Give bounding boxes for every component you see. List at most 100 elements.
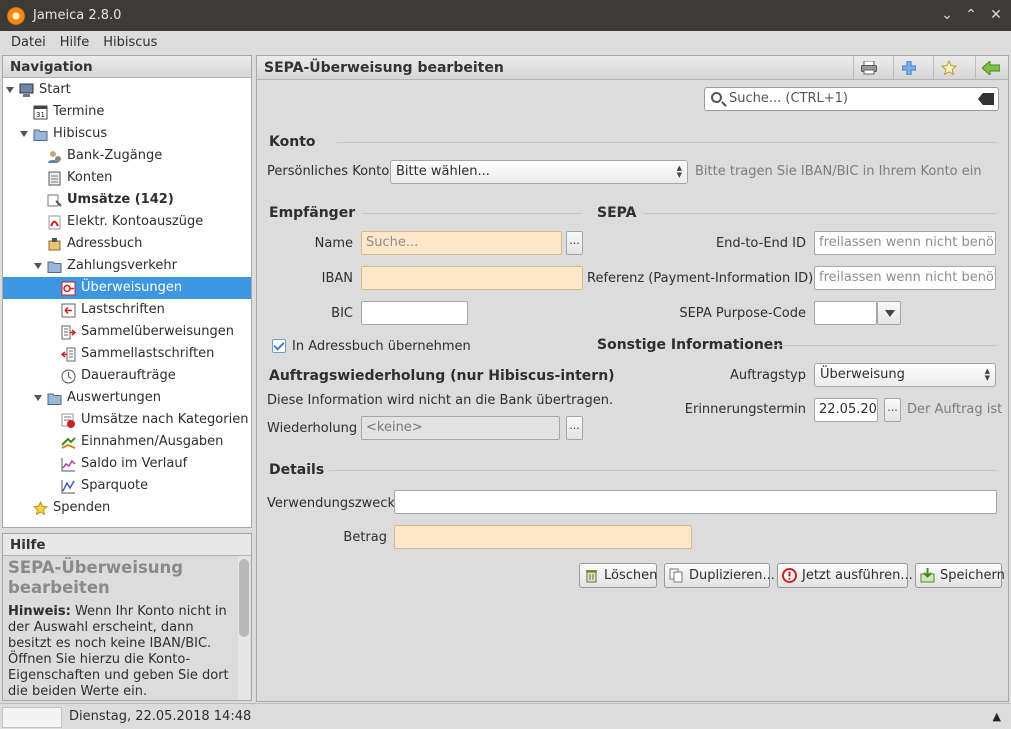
auftragstyp-select[interactable]: Überweisung ▲ ▼ bbox=[814, 363, 996, 387]
menu-hibiscus[interactable]: Hibiscus bbox=[96, 35, 164, 50]
sidebar-item-label: Hibiscus bbox=[53, 126, 108, 141]
verwendungszweck-input[interactable] bbox=[394, 490, 997, 514]
duplicate-button[interactable]: Duplizieren... bbox=[664, 563, 775, 588]
minimize-button[interactable]: ⌄ bbox=[938, 6, 956, 24]
status-cell bbox=[2, 707, 62, 728]
konto-select[interactable]: Bitte wählen... ▲ ▼ bbox=[390, 160, 688, 184]
wiederholung-input[interactable]: <keine> bbox=[361, 416, 560, 440]
sidebar-item-label: Termine bbox=[53, 104, 105, 119]
sidebar-item[interactable]: Daueraufträge bbox=[3, 365, 251, 387]
sidebar-item[interactable]: Bank-Zugänge bbox=[3, 145, 251, 167]
delete-button[interactable]: Löschen bbox=[579, 563, 657, 588]
income-expense-icon bbox=[61, 435, 76, 450]
sidebar-item[interactable]: Elektr. Kontoauszüge bbox=[3, 211, 251, 233]
iban-input[interactable] bbox=[361, 266, 583, 290]
e2e-input[interactable]: freilassen wenn nicht benötigt bbox=[814, 231, 996, 255]
sidebar-item[interactable]: Umsätze (142) bbox=[3, 189, 251, 211]
tree-expand-icon[interactable] bbox=[20, 131, 28, 137]
reminder-hint: Der Auftrag ist bbox=[907, 402, 1003, 417]
sidebar-item[interactable]: Zahlungsverkehr bbox=[3, 255, 251, 277]
name-input[interactable]: Suche... bbox=[361, 231, 562, 255]
help-panel: Hilfe SEPA-Überweisung bearbeiten Hinwei… bbox=[2, 533, 252, 701]
sidebar-item-label: Spenden bbox=[53, 500, 111, 515]
sidebar-item-label: Zahlungsverkehr bbox=[67, 258, 177, 273]
menu-hilfe[interactable]: Hilfe bbox=[53, 35, 97, 50]
auftragstyp-label: Auftragstyp bbox=[730, 368, 806, 383]
sidebar-item[interactable]: Auswertungen bbox=[3, 387, 251, 409]
jameica-logo-icon bbox=[7, 6, 25, 25]
folder-icon bbox=[33, 127, 48, 142]
expand-up-icon[interactable]: ▲ bbox=[993, 710, 1001, 723]
section-empfaenger: Empfänger bbox=[269, 205, 356, 221]
sidebar-item[interactable]: Überweisungen bbox=[3, 277, 251, 299]
purpose-code-input[interactable] bbox=[814, 301, 877, 325]
sidebar-item[interactable]: Lastschriften bbox=[3, 299, 251, 321]
copy-icon bbox=[669, 568, 683, 583]
sidebar-item[interactable]: Einnahmen/Ausgaben bbox=[3, 431, 251, 453]
sidebar-item[interactable]: Start bbox=[3, 79, 251, 101]
save-button[interactable]: Speichern bbox=[915, 563, 1005, 588]
calendar-icon: 31 bbox=[33, 105, 48, 120]
bic-input[interactable] bbox=[361, 301, 468, 325]
addressbook-checkbox-label[interactable]: In Adressbuch übernehmen bbox=[292, 339, 471, 354]
transfer-icon bbox=[61, 281, 76, 296]
section-konto: Konto bbox=[269, 134, 316, 150]
execute-now-button[interactable]: Jetzt ausführen... bbox=[777, 563, 913, 588]
sidebar-item[interactable]: Sammellastschriften bbox=[3, 343, 251, 365]
new-button[interactable] bbox=[893, 56, 923, 80]
trash-icon bbox=[586, 570, 597, 583]
section-separator bbox=[329, 470, 997, 471]
section-separator bbox=[337, 142, 997, 143]
menu-bar: Datei Hilfe Hibiscus bbox=[0, 31, 1011, 54]
sidebar-item-label: Überweisungen bbox=[81, 280, 183, 295]
reminder-date-button[interactable]: ... bbox=[884, 398, 901, 422]
addressbook-checkbox[interactable] bbox=[272, 339, 286, 353]
help-heading: SEPA-Überweisung bearbeiten bbox=[8, 558, 184, 597]
tree-expand-icon[interactable] bbox=[34, 395, 42, 401]
reference-input[interactable]: freilassen wenn nicht benötigt bbox=[814, 266, 996, 290]
line-chart-icon bbox=[61, 457, 76, 472]
section-separator bbox=[643, 213, 997, 214]
purpose-code-label: SEPA Purpose-Code bbox=[679, 306, 806, 321]
bookmark-button[interactable] bbox=[933, 56, 963, 80]
sidebar-item[interactable]: Sparquote bbox=[3, 475, 251, 497]
duplicate-button-label: Duplizieren... bbox=[689, 568, 775, 583]
help-panel-title: Hilfe bbox=[3, 534, 251, 556]
wiederholung-button[interactable]: ... bbox=[566, 416, 583, 440]
sidebar-item[interactable]: Sammelüberweisungen bbox=[3, 321, 251, 343]
sidebar-item-label: Sammelüberweisungen bbox=[81, 324, 234, 339]
sidebar-item[interactable]: Spenden bbox=[3, 497, 251, 519]
help-scrollbar[interactable] bbox=[238, 556, 250, 700]
pdf-statement-icon bbox=[47, 215, 62, 230]
page-title: SEPA-Überweisung bearbeiten bbox=[264, 60, 504, 76]
help-scrollbar-thumb[interactable] bbox=[239, 559, 249, 637]
back-arrow-icon bbox=[980, 59, 1000, 77]
sidebar-item[interactable]: Saldo im Verlauf bbox=[3, 453, 251, 475]
name-search-button[interactable]: ... bbox=[566, 231, 583, 255]
sidebar-item[interactable]: Hibiscus bbox=[3, 123, 251, 145]
sidebar-item[interactable]: Konten bbox=[3, 167, 251, 189]
tree-expand-icon[interactable] bbox=[34, 263, 42, 269]
section-sonstige: Sonstige Informationen bbox=[597, 337, 784, 353]
spinner-arrows-icon: ▲ ▼ bbox=[984, 367, 990, 382]
star-icon bbox=[940, 59, 957, 76]
sidebar-item[interactable]: Umsätze nach Kategorien bbox=[3, 409, 251, 431]
tree-expand-icon[interactable] bbox=[6, 87, 14, 93]
sidebar-item[interactable]: Adressbuch bbox=[3, 233, 251, 255]
purpose-code-dropdown-button[interactable] bbox=[877, 301, 901, 325]
search-input[interactable]: Suche... (CTRL+1) bbox=[704, 87, 999, 111]
reminder-date-input[interactable]: 22.05.2018 bbox=[814, 398, 878, 422]
maximize-button[interactable]: ⌃ bbox=[962, 6, 980, 24]
sidebar-item[interactable]: 31 Termine bbox=[3, 101, 251, 123]
reminder-label: Erinnerungstermin bbox=[684, 402, 806, 417]
print-button[interactable] bbox=[853, 56, 883, 80]
close-button[interactable]: ✕ bbox=[987, 6, 1005, 24]
menu-datei[interactable]: Datei bbox=[4, 35, 53, 50]
folder-icon bbox=[47, 259, 62, 274]
betrag-input[interactable] bbox=[394, 525, 692, 549]
status-bar: Dienstag, 22.05.2018 14:48 ▲ bbox=[0, 703, 1011, 729]
delete-button-label: Löschen bbox=[604, 568, 658, 583]
sidebar-item-label: Umsätze (142) bbox=[67, 192, 174, 207]
back-button[interactable] bbox=[975, 56, 1005, 80]
clear-search-icon[interactable] bbox=[978, 93, 994, 105]
